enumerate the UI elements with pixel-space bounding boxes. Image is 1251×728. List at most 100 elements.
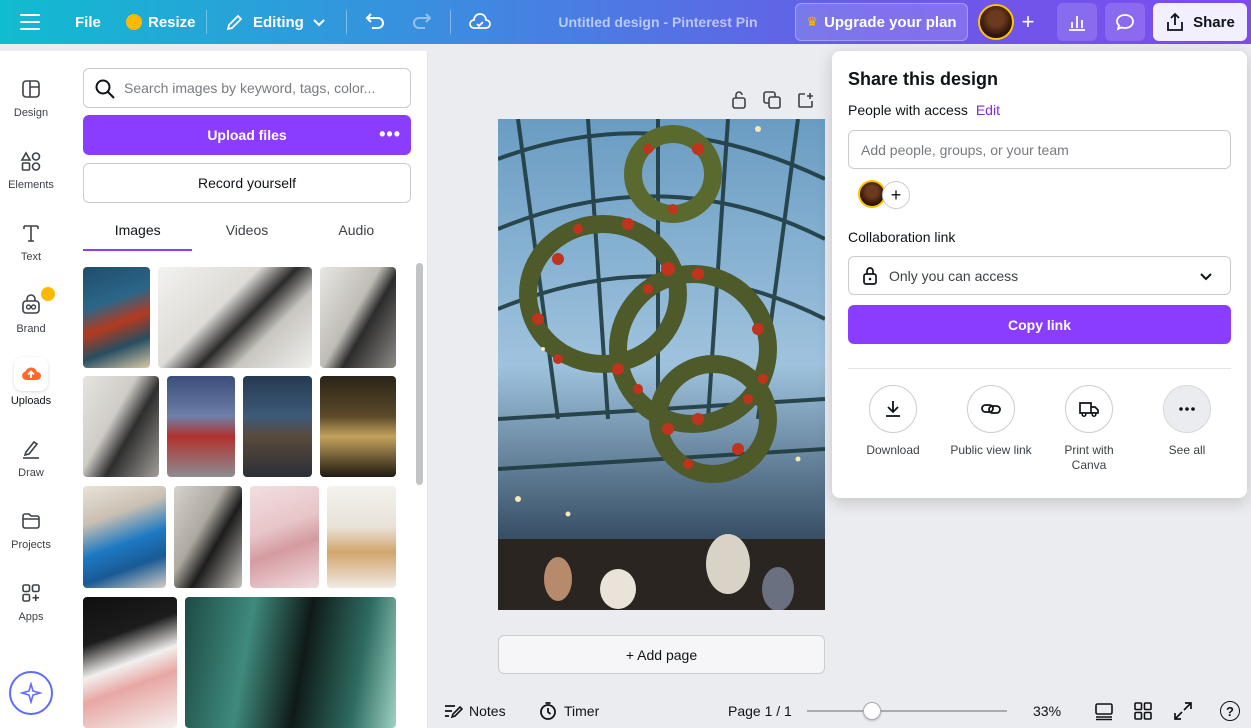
timer-button[interactable]: Timer bbox=[538, 694, 599, 728]
timer-icon bbox=[540, 702, 556, 720]
document-title[interactable]: Untitled design - Pinterest Pin bbox=[548, 0, 768, 44]
help-button[interactable]: ? bbox=[1220, 694, 1240, 728]
rail-item-draw[interactable]: Draw bbox=[0, 435, 62, 499]
rail-item-label: Draw bbox=[18, 467, 44, 479]
rail-item-uploads[interactable]: Uploads bbox=[0, 357, 62, 421]
page-tools bbox=[730, 90, 816, 110]
image-thumbnail[interactable] bbox=[83, 267, 150, 368]
sparkle-icon bbox=[20, 682, 42, 704]
redo-icon bbox=[413, 13, 432, 29]
tab-videos[interactable]: Videos bbox=[192, 213, 301, 251]
see-all-action[interactable]: See all bbox=[1142, 385, 1232, 458]
action-label: See all bbox=[1168, 443, 1206, 457]
image-thumbnail[interactable] bbox=[327, 486, 396, 588]
search-placeholder: Search images by keyword, tags, color... bbox=[124, 80, 376, 96]
undo-icon bbox=[365, 13, 384, 29]
cloud-save-button[interactable] bbox=[468, 0, 492, 44]
cloud-check-icon bbox=[469, 13, 491, 29]
file-menu-button[interactable]: File bbox=[75, 0, 101, 44]
menu-icon[interactable] bbox=[20, 0, 42, 44]
upload-label: Upload files bbox=[207, 127, 287, 143]
notes-icon bbox=[445, 705, 463, 719]
image-thumbnail[interactable] bbox=[158, 267, 312, 368]
image-thumbnail[interactable] bbox=[83, 376, 159, 477]
zoom-level[interactable]: 33% bbox=[1033, 694, 1061, 728]
draw-icon bbox=[17, 435, 45, 463]
upgrade-plan-button[interactable]: ♛ Upgrade your plan bbox=[795, 3, 968, 41]
image-thumbnail[interactable] bbox=[83, 597, 177, 728]
add-page-button[interactable]: + Add page bbox=[498, 635, 825, 674]
public-view-link-action[interactable]: Public view link bbox=[946, 385, 1036, 458]
add-people-placeholder: Add people, groups, or your team bbox=[861, 141, 1069, 158]
magic-assistant-button[interactable] bbox=[9, 671, 53, 715]
image-thumbnail[interactable] bbox=[174, 486, 242, 588]
image-thumbnail[interactable] bbox=[250, 486, 319, 588]
duplicate-page-icon[interactable] bbox=[762, 90, 782, 110]
design-canvas-image[interactable] bbox=[498, 119, 825, 610]
share-panel-title: Share this design bbox=[848, 69, 999, 89]
rail-item-apps[interactable]: Apps bbox=[0, 579, 62, 643]
editing-mode-button[interactable]: Editing bbox=[225, 0, 326, 44]
grid-view-button[interactable] bbox=[1133, 694, 1153, 728]
rail-item-brand[interactable]: Brand bbox=[0, 287, 62, 355]
uploads-icon bbox=[14, 357, 48, 391]
image-thumbnail[interactable] bbox=[167, 376, 235, 477]
copy-link-button[interactable]: Copy link bbox=[848, 305, 1231, 344]
notes-button[interactable]: Notes bbox=[443, 694, 506, 728]
access-level-value: Only you can access bbox=[889, 267, 1019, 284]
add-collaborator-icon[interactable]: + bbox=[1014, 8, 1042, 36]
rail-item-elements[interactable]: Elements bbox=[0, 147, 62, 211]
page-indicator[interactable]: Page 1 / 1 bbox=[728, 694, 792, 728]
record-yourself-button[interactable]: Record yourself bbox=[83, 163, 411, 203]
rail-item-design[interactable]: Design bbox=[0, 75, 62, 139]
upload-files-button[interactable]: Upload files ••• bbox=[83, 115, 411, 155]
zoom-slider-track[interactable] bbox=[807, 710, 1007, 712]
comments-button[interactable] bbox=[1105, 3, 1145, 41]
image-thumbnail[interactable] bbox=[83, 486, 166, 588]
image-thumbnail[interactable] bbox=[320, 267, 396, 368]
rail-item-label: Projects bbox=[11, 539, 51, 551]
tab-audio[interactable]: Audio bbox=[302, 213, 411, 251]
media-tabs: Images Videos Audio bbox=[83, 213, 411, 251]
apps-icon bbox=[17, 579, 45, 607]
resize-button[interactable]: Resize bbox=[126, 0, 196, 44]
image-thumbnail[interactable] bbox=[320, 376, 396, 477]
link-icon bbox=[967, 385, 1015, 433]
download-action[interactable]: Download bbox=[848, 385, 938, 458]
rail-item-label: Elements bbox=[8, 179, 54, 191]
rail-item-label: Text bbox=[20, 251, 42, 263]
rail-item-projects[interactable]: Projects bbox=[0, 507, 62, 571]
pages-view-button[interactable] bbox=[1094, 694, 1114, 728]
tab-images[interactable]: Images bbox=[83, 213, 193, 251]
add-page-icon[interactable] bbox=[796, 90, 816, 110]
search-input[interactable]: Search images by keyword, tags, color... bbox=[83, 68, 411, 108]
zoom-slider-thumb[interactable] bbox=[863, 702, 881, 720]
image-thumbnail[interactable] bbox=[185, 597, 396, 728]
scrollbar-thumb[interactable] bbox=[416, 263, 423, 485]
panel-scrollbar[interactable] bbox=[414, 251, 424, 728]
christmas-wreath-photo bbox=[498, 119, 825, 610]
crown-icon bbox=[126, 14, 142, 30]
add-people-input[interactable]: Add people, groups, or your team bbox=[848, 130, 1231, 169]
truck-icon bbox=[1065, 385, 1113, 433]
lock-icon[interactable] bbox=[730, 90, 748, 110]
undo-button[interactable] bbox=[364, 0, 386, 44]
redo-button[interactable] bbox=[411, 0, 433, 44]
print-with-canva-action[interactable]: Print with Canva bbox=[1044, 385, 1134, 473]
user-avatar[interactable] bbox=[978, 4, 1014, 40]
more-options-icon[interactable]: ••• bbox=[379, 125, 401, 143]
elements-icon bbox=[17, 147, 45, 175]
fullscreen-button[interactable] bbox=[1173, 694, 1193, 728]
add-person-button[interactable]: + bbox=[882, 181, 910, 209]
people-with-access-label: People with access bbox=[848, 102, 968, 118]
image-thumbnail[interactable] bbox=[243, 376, 312, 477]
access-level-select[interactable]: Only you can access bbox=[848, 256, 1231, 295]
rail-item-label: Brand bbox=[16, 323, 46, 335]
design-icon bbox=[17, 75, 45, 103]
insights-button[interactable] bbox=[1057, 3, 1097, 41]
comment-icon bbox=[1116, 14, 1134, 31]
top-bar: File Resize Editing Untitled design - Pi… bbox=[0, 0, 1251, 44]
edit-access-link[interactable]: Edit bbox=[976, 102, 1000, 118]
rail-item-text[interactable]: Text bbox=[0, 219, 62, 283]
share-button[interactable]: Share bbox=[1153, 3, 1247, 41]
